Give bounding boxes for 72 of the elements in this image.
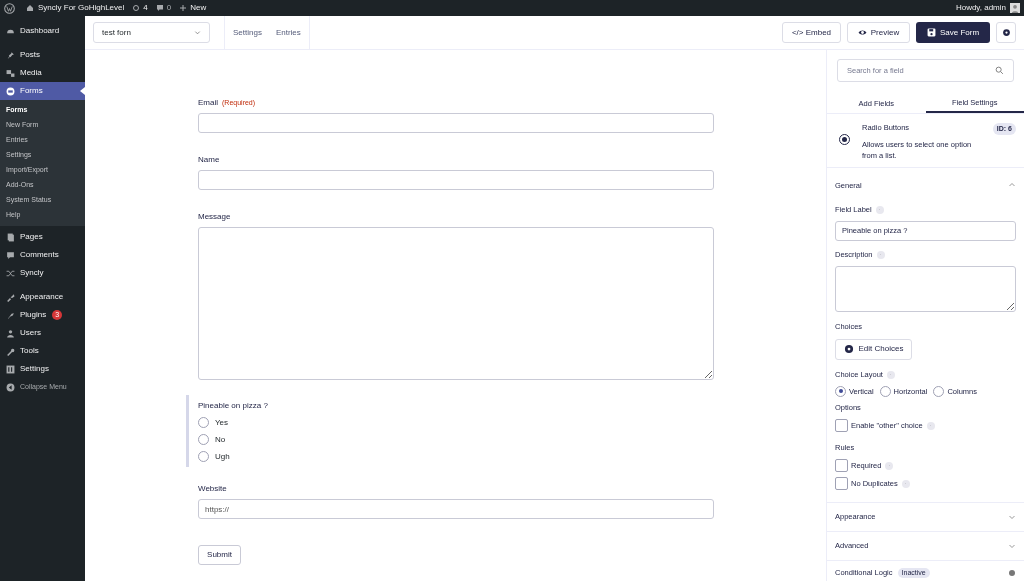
updates-link[interactable]: 4	[132, 2, 148, 14]
site-title-link[interactable]: Syncly For GoHighLevel	[26, 2, 125, 14]
sidebar-item[interactable]: Settings	[0, 360, 85, 378]
current-pointer-icon	[80, 87, 85, 95]
settings-button[interactable]	[996, 22, 1016, 43]
comment-icon	[6, 250, 15, 260]
comment-icon	[155, 4, 164, 12]
sidebar-item[interactable]: Media	[0, 64, 85, 82]
header-link[interactable]: Settings	[233, 26, 262, 39]
field-label: Message	[198, 211, 231, 223]
field-label: Website	[198, 483, 227, 495]
form-field[interactable]: Message	[186, 211, 714, 380]
embed-button[interactable]: </> Embed	[782, 22, 841, 43]
chevron-down-icon	[1008, 542, 1016, 550]
choice-label: Yes	[215, 416, 229, 429]
save-form-button[interactable]: Save Form	[916, 22, 990, 43]
checkbox[interactable]	[835, 419, 848, 432]
home-icon	[26, 4, 34, 12]
refresh-icon	[132, 4, 141, 12]
field-label: Name	[198, 154, 220, 166]
pin-icon	[6, 50, 15, 60]
sidebar-item[interactable]: Posts	[0, 46, 85, 64]
forms-icon	[6, 86, 15, 96]
brush-icon	[6, 292, 15, 302]
field-label: Pineable on pizza ?	[198, 400, 268, 412]
media-icon	[6, 68, 15, 78]
sidebar-item[interactable]: Comments	[0, 246, 85, 264]
checkbox[interactable]	[835, 459, 848, 472]
sidebar-item[interactable]: Pages	[0, 228, 85, 246]
help-icon[interactable]	[886, 370, 895, 379]
plug-icon	[6, 310, 15, 320]
collapse-icon	[6, 382, 15, 392]
edit-choices-button[interactable]: Edit Choices	[835, 338, 912, 360]
chevron-down-icon	[1008, 513, 1016, 521]
user-icon	[6, 328, 15, 338]
input-field[interactable]	[198, 113, 714, 133]
form-field[interactable]: Website https://	[186, 483, 714, 519]
input-field[interactable]: https://	[198, 499, 714, 519]
input-field[interactable]	[198, 170, 714, 190]
field-label: Email	[198, 97, 218, 109]
description-field[interactable]	[835, 265, 1016, 312]
sidebar-item[interactable]: Forms	[0, 82, 85, 100]
header-link[interactable]: Entries	[275, 26, 301, 39]
help-icon[interactable]	[875, 205, 884, 214]
pages-icon	[6, 232, 15, 242]
account-link[interactable]: Howdy, admin	[955, 2, 1020, 14]
eye-icon	[857, 28, 867, 37]
shuffle-icon	[6, 268, 15, 278]
wrench-icon	[6, 346, 15, 356]
choice-label: No	[215, 433, 226, 446]
form-field[interactable]: Pineable on pizza ? Yes No Ugh	[186, 395, 714, 467]
plus-icon	[179, 4, 188, 12]
search-icon	[995, 66, 1004, 76]
sidebar-item[interactable]: Tools	[0, 342, 85, 360]
sidebar-item[interactable]: Users	[0, 324, 85, 342]
form-selector[interactable]: test forn	[93, 22, 210, 43]
checkbox[interactable]	[835, 477, 848, 490]
help-icon[interactable]	[876, 250, 885, 259]
choice-label: Ugh	[215, 450, 230, 463]
avatar-icon	[1010, 3, 1020, 13]
chevron-down-icon	[194, 29, 201, 36]
wordpress-logo-icon	[4, 2, 15, 14]
form-field[interactable]: Name	[186, 154, 714, 190]
sidebar-item[interactable]: Dashboard	[0, 22, 85, 40]
new-link[interactable]: New	[179, 2, 207, 14]
sidebar-item[interactable]: Syncly	[0, 264, 85, 282]
preview-button[interactable]: Preview	[847, 22, 910, 43]
comments-link[interactable]: 0	[155, 2, 172, 14]
help-icon[interactable]	[926, 421, 935, 430]
sidebar-item[interactable]: Appearance	[0, 288, 85, 306]
submit-button[interactable]: Submit	[198, 545, 241, 565]
save-icon	[926, 28, 936, 37]
